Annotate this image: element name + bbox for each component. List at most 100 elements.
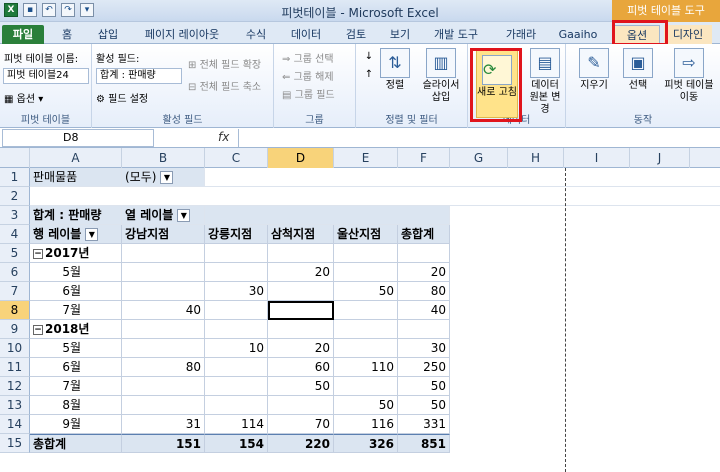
pivot-col-header[interactable]: 강남지점 xyxy=(122,225,205,244)
active-field-input[interactable]: 합계 : 판매량 xyxy=(96,68,182,84)
group-field-button[interactable]: ▤ 그룹 필드 xyxy=(282,86,335,101)
empty-cells[interactable] xyxy=(30,187,720,206)
pivot-cell[interactable]: 60 xyxy=(268,358,334,377)
tab-formulas[interactable]: 수식 xyxy=(236,25,276,44)
pivot-cell[interactable]: 31 xyxy=(122,415,205,434)
pivot-cell[interactable] xyxy=(268,320,334,339)
selected-cell-d8[interactable] xyxy=(268,301,334,320)
pivot-cell[interactable] xyxy=(268,282,334,301)
tab-home[interactable]: 홈 xyxy=(52,25,82,44)
pivot-cell[interactable] xyxy=(268,244,334,263)
total-cell[interactable]: 851 xyxy=(398,434,450,453)
group-selection-button[interactable]: ⇒ 그룹 선택 xyxy=(282,50,334,65)
pivot-cell[interactable] xyxy=(205,396,268,415)
column-header-g[interactable]: G xyxy=(450,148,508,168)
month-label-cell[interactable]: 7월 xyxy=(30,377,122,396)
pivot-cell[interactable]: 50 xyxy=(268,377,334,396)
pivot-cell[interactable] xyxy=(205,244,268,263)
row-header[interactable]: 14 xyxy=(0,415,30,434)
filter-dropdown-icon[interactable]: ▼ xyxy=(160,171,174,184)
total-cell[interactable]: 220 xyxy=(268,434,334,453)
pivot-cell[interactable] xyxy=(334,263,398,282)
tab-view[interactable]: 보기 xyxy=(380,25,420,44)
pivot-cell[interactable] xyxy=(334,244,398,263)
pivot-cell[interactable]: 40 xyxy=(122,301,205,320)
tab-garaera[interactable]: 가래라 xyxy=(494,25,548,44)
column-header-j[interactable]: J xyxy=(630,148,690,168)
pivot-cell[interactable] xyxy=(122,320,205,339)
pivot-cell[interactable]: 70 xyxy=(268,415,334,434)
month-label-cell[interactable]: 9월 xyxy=(30,415,122,434)
ungroup-button[interactable]: ⇐ 그룹 해제 xyxy=(282,68,334,83)
total-cell[interactable]: 154 xyxy=(205,434,268,453)
pivot-cell[interactable] xyxy=(205,377,268,396)
pivot-cell[interactable] xyxy=(334,301,398,320)
month-label-cell[interactable]: 6월 xyxy=(30,282,122,301)
pivot-cell[interactable]: 50 xyxy=(334,282,398,301)
tab-data[interactable]: 데이터 xyxy=(282,25,330,44)
row-header[interactable]: 7 xyxy=(0,282,30,301)
row-labels-cell[interactable]: 행 레이블 ▼ xyxy=(30,225,122,244)
pivot-cell[interactable] xyxy=(122,377,205,396)
total-cell[interactable]: 326 xyxy=(334,434,398,453)
pivot-cell[interactable]: 30 xyxy=(205,282,268,301)
pivot-cell[interactable]: 114 xyxy=(205,415,268,434)
pivot-cell[interactable] xyxy=(334,320,398,339)
row-header[interactable]: 9 xyxy=(0,320,30,339)
pivot-cell[interactable]: 20 xyxy=(268,339,334,358)
column-header-i[interactable]: I xyxy=(564,148,630,168)
row-header-selected[interactable]: 8 xyxy=(0,301,30,320)
year-label-cell[interactable]: −2018년 xyxy=(30,320,122,339)
pivot-cell[interactable] xyxy=(122,396,205,415)
sort-az-icon[interactable]: ↓ xyxy=(362,50,376,64)
pivot-cell[interactable] xyxy=(334,339,398,358)
pivot-cell[interactable] xyxy=(398,244,450,263)
expand-field-button[interactable]: ⊞ 전체 필드 확장 xyxy=(188,56,261,71)
pivot-cell[interactable] xyxy=(268,396,334,415)
pivot-cell[interactable]: 50 xyxy=(398,377,450,396)
year-label-cell[interactable]: −2017년 xyxy=(30,244,122,263)
pivot-cell[interactable] xyxy=(334,377,398,396)
filter-value-cell[interactable]: (모두) ▼ xyxy=(122,168,205,187)
pivot-col-header[interactable]: 총합계 xyxy=(398,225,450,244)
pivot-cell[interactable]: 30 xyxy=(398,339,450,358)
column-labels-dropdown-icon[interactable]: ▼ xyxy=(177,209,191,222)
row-header[interactable]: 15 xyxy=(0,434,30,453)
row-labels-dropdown-icon[interactable]: ▼ xyxy=(85,228,99,241)
name-box[interactable]: D8 xyxy=(2,129,154,147)
column-header-b[interactable]: B xyxy=(122,148,205,168)
total-cell[interactable]: 151 xyxy=(122,434,205,453)
pivot-cell[interactable]: 110 xyxy=(334,358,398,377)
pivot-cell[interactable] xyxy=(398,320,450,339)
row-header[interactable]: 13 xyxy=(0,396,30,415)
pivot-cell[interactable] xyxy=(122,282,205,301)
pivot-cell[interactable] xyxy=(205,263,268,282)
pivot-col-header[interactable]: 삼척지점 xyxy=(268,225,334,244)
pivot-name-input[interactable]: 피벗 테이블24 xyxy=(3,68,89,84)
pivot-options-button[interactable]: ▦ 옵션 ▾ xyxy=(4,90,43,105)
sort-button[interactable]: ⇅ 정렬 xyxy=(378,48,412,92)
collapse-icon[interactable]: − xyxy=(33,248,43,259)
column-header-h[interactable]: H xyxy=(508,148,564,168)
tab-file[interactable]: 파일 xyxy=(2,25,44,44)
pivot-cell[interactable] xyxy=(122,339,205,358)
column-header-c[interactable]: C xyxy=(205,148,268,168)
pivot-cell[interactable]: 20 xyxy=(268,263,334,282)
fx-icon[interactable]: fx xyxy=(218,130,229,144)
change-data-source-button[interactable]: ▤ 데이터 원본 변경 xyxy=(526,48,564,116)
pivot-cell[interactable]: 80 xyxy=(398,282,450,301)
pivot-cell[interactable]: 50 xyxy=(398,396,450,415)
column-header-e[interactable]: E xyxy=(334,148,398,168)
tab-gaaiho[interactable]: Gaaiho xyxy=(552,25,604,44)
month-label-cell[interactable]: 6월 xyxy=(30,358,122,377)
pivot-cell[interactable]: 10 xyxy=(205,339,268,358)
field-settings-button[interactable]: ⚙ 필드 설정 xyxy=(96,90,148,105)
pivot-header-fill[interactable] xyxy=(205,206,450,225)
month-label-cell[interactable]: 8월 xyxy=(30,396,122,415)
pivot-cell[interactable]: 40 xyxy=(398,301,450,320)
pivot-col-header[interactable]: 강릉지점 xyxy=(205,225,268,244)
pivot-cell[interactable] xyxy=(122,263,205,282)
pivot-cell[interactable]: 331 xyxy=(398,415,450,434)
row-header[interactable]: 10 xyxy=(0,339,30,358)
row-header[interactable]: 6 xyxy=(0,263,30,282)
